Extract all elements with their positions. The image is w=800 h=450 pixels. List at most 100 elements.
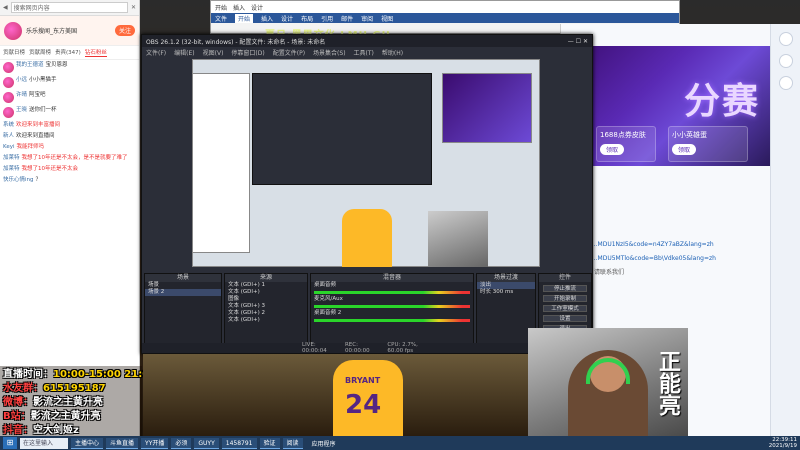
source-item[interactable]: 文本 (GDI+)	[225, 317, 307, 324]
taskbar-item[interactable]: 验证	[259, 437, 280, 449]
clock[interactable]: 22:39:11 2021/9/19	[769, 437, 797, 449]
ribbon-tab-mailings[interactable]: 邮件	[341, 14, 353, 23]
webcam-feed: 正能亮	[528, 328, 688, 436]
link[interactable]: S4Ah6NR...MDU1NzI5&code=n4ZY7aBZ&lang=zh	[564, 238, 766, 252]
chat-message: 快乐心情ing？	[0, 175, 139, 186]
schedule-weibo: 微博：影流之主黄升亮	[3, 397, 103, 408]
source-item[interactable]: 文本 (GDI+) 1	[225, 282, 307, 289]
message-author[interactable]: 许晴	[16, 92, 27, 99]
transition-select[interactable]: 淡出	[477, 282, 535, 289]
menu-view[interactable]: 视图(V)	[203, 48, 224, 57]
ribbon-tab-file[interactable]: 文件	[215, 14, 227, 23]
streamer-avatar[interactable]	[4, 21, 22, 40]
user-avatar	[3, 62, 14, 73]
card-title: 1688点券皮肤	[600, 131, 646, 139]
ribbon-tab-home[interactable]: 开始	[235, 14, 254, 23]
word-ribbon-tabs: 文件 开始 插入 设计 布局 引用 邮件 审阅 视图	[211, 13, 679, 23]
ribbon-tab-references[interactable]: 引用	[321, 14, 333, 23]
volume-meter[interactable]	[314, 319, 470, 322]
nested-chat	[192, 73, 250, 253]
claim-button[interactable]: 领取	[672, 144, 697, 155]
menu-edit[interactable]: 编辑(E)	[174, 48, 194, 57]
mixer-header: 混音器	[311, 274, 473, 282]
settings-button[interactable]: 设置	[543, 315, 587, 322]
start-icon[interactable]: ⊞	[3, 437, 17, 449]
taskbar-item[interactable]: 主播中心	[71, 437, 104, 449]
word-title-item[interactable]: 开始	[215, 3, 227, 12]
studio-mode-button[interactable]: 工作室模式	[543, 305, 587, 312]
clock-date: 2021/9/19	[768, 443, 797, 449]
claim-button[interactable]: 领取	[600, 144, 625, 155]
follow-button[interactable]: 关注	[114, 25, 135, 36]
taskbar-search[interactable]: 在这里输入	[20, 437, 68, 449]
duration-input[interactable]: 300 ms	[493, 289, 513, 295]
reward-card: 1688点券皮肤 领取	[596, 126, 656, 162]
share-icon[interactable]	[778, 76, 793, 90]
taskbar-item[interactable]: GUYY	[194, 437, 219, 449]
taskbar-item[interactable]: 阅读	[282, 437, 303, 449]
start-recording-button[interactable]: 开始录制	[543, 295, 587, 302]
source-item[interactable]: 文本 (GDI+) 2	[225, 310, 307, 317]
message-author[interactable]: 系统	[3, 122, 14, 129]
reward-card: 小小英雄蛋 领取	[668, 126, 748, 162]
add-icon[interactable]	[778, 32, 793, 46]
menu-scene-collection[interactable]: 场景集合(S)	[313, 48, 346, 57]
search-input[interactable]: 搜索网页内容	[10, 2, 128, 13]
window-controls[interactable]: — ☐ ✕	[568, 38, 588, 45]
source-item[interactable]: 文本 (GDI+) 3	[225, 303, 307, 310]
menu-help[interactable]: 帮助(H)	[382, 48, 403, 57]
menu-profile[interactable]: 配置文件(P)	[273, 48, 305, 57]
menu-file[interactable]: 文件(F)	[146, 48, 166, 57]
user-avatar	[3, 77, 14, 88]
stop-streaming-button[interactable]: 停止推流	[543, 285, 587, 292]
message-author[interactable]: 快乐心情ing	[3, 177, 34, 184]
message-text: 阿宝吧	[29, 92, 46, 98]
tab-diamond[interactable]: 钻石粉丝	[84, 48, 107, 57]
ribbon-tab-layout[interactable]: 布局	[301, 14, 313, 23]
ribbon-tab-view[interactable]: 视图	[381, 14, 393, 23]
app-label[interactable]: 应用程序	[312, 439, 336, 448]
volume-meter[interactable]	[314, 291, 470, 294]
ribbon-tab-insert[interactable]: 插入	[261, 14, 273, 23]
message-author[interactable]: Keyi	[3, 144, 15, 151]
tab-vip[interactable]: 贵宾(347)	[55, 48, 81, 57]
close-icon[interactable]: ✕	[131, 4, 136, 11]
taskbar-item[interactable]: 必须	[171, 437, 192, 449]
rec-time: REC: 00:00:00	[344, 342, 370, 354]
word-title-item[interactable]: 设计	[251, 3, 263, 12]
chat-message: 加莱特 我想了10年还是不太会，是不是就要了难了	[0, 153, 139, 164]
obs-preview[interactable]	[192, 59, 540, 267]
taskbar-item[interactable]: 1458791	[221, 437, 257, 449]
message-author[interactable]: 小远	[16, 77, 27, 84]
chat-message: 系统 欢迎来到丰富播间	[0, 120, 139, 131]
ribbon-tab-review[interactable]: 审阅	[361, 14, 373, 23]
message-author[interactable]: 新人	[3, 133, 14, 140]
volume-meter[interactable]	[314, 305, 470, 308]
message-text: 欢迎来到丰富播间	[16, 122, 61, 128]
source-item[interactable]: 文本 (GDI+)	[225, 289, 307, 296]
settings-icon[interactable]	[778, 54, 793, 68]
source-item[interactable]: 图像	[225, 296, 307, 303]
room-title: 乐乐搜闻_东方美国	[26, 28, 78, 35]
taskbar-item[interactable]: YY开播	[141, 437, 169, 449]
menu-docks[interactable]: 停靠窗口(D)	[231, 48, 264, 57]
back-icon[interactable]: ◀	[3, 4, 8, 11]
word-title-item[interactable]: 插入	[233, 3, 245, 12]
message-author[interactable]: 加莱特	[3, 155, 20, 162]
ribbon-tab-design[interactable]: 设计	[281, 14, 293, 23]
tab-daily[interactable]: 贡献日榜	[3, 48, 25, 57]
nested-camera	[428, 211, 488, 267]
link[interactable]: S4Ah6NR...MDU5MTlo&code=Bb\Vdke05&lang=z…	[564, 252, 766, 266]
obs-menu-bar: 文件(F) 编辑(E) 视图(V) 停靠窗口(D) 配置文件(P) 场景集合(S…	[142, 47, 592, 57]
tab-weekly[interactable]: 贡献周榜	[29, 48, 51, 57]
link[interactable]: 有关本项目请联系我们	[564, 266, 766, 280]
scene-item[interactable]: 场景 2	[145, 289, 221, 296]
message-author[interactable]: 我的王德道	[16, 62, 44, 69]
nested-banner	[442, 73, 532, 143]
message-author[interactable]: 加莱特	[3, 166, 20, 173]
scene-item[interactable]: 场景	[145, 282, 221, 289]
menu-tools[interactable]: 工具(T)	[354, 48, 374, 57]
nested-obs	[252, 73, 432, 185]
message-author[interactable]: 王晓	[16, 107, 27, 114]
taskbar-item[interactable]: 斗鱼直播	[106, 437, 139, 449]
